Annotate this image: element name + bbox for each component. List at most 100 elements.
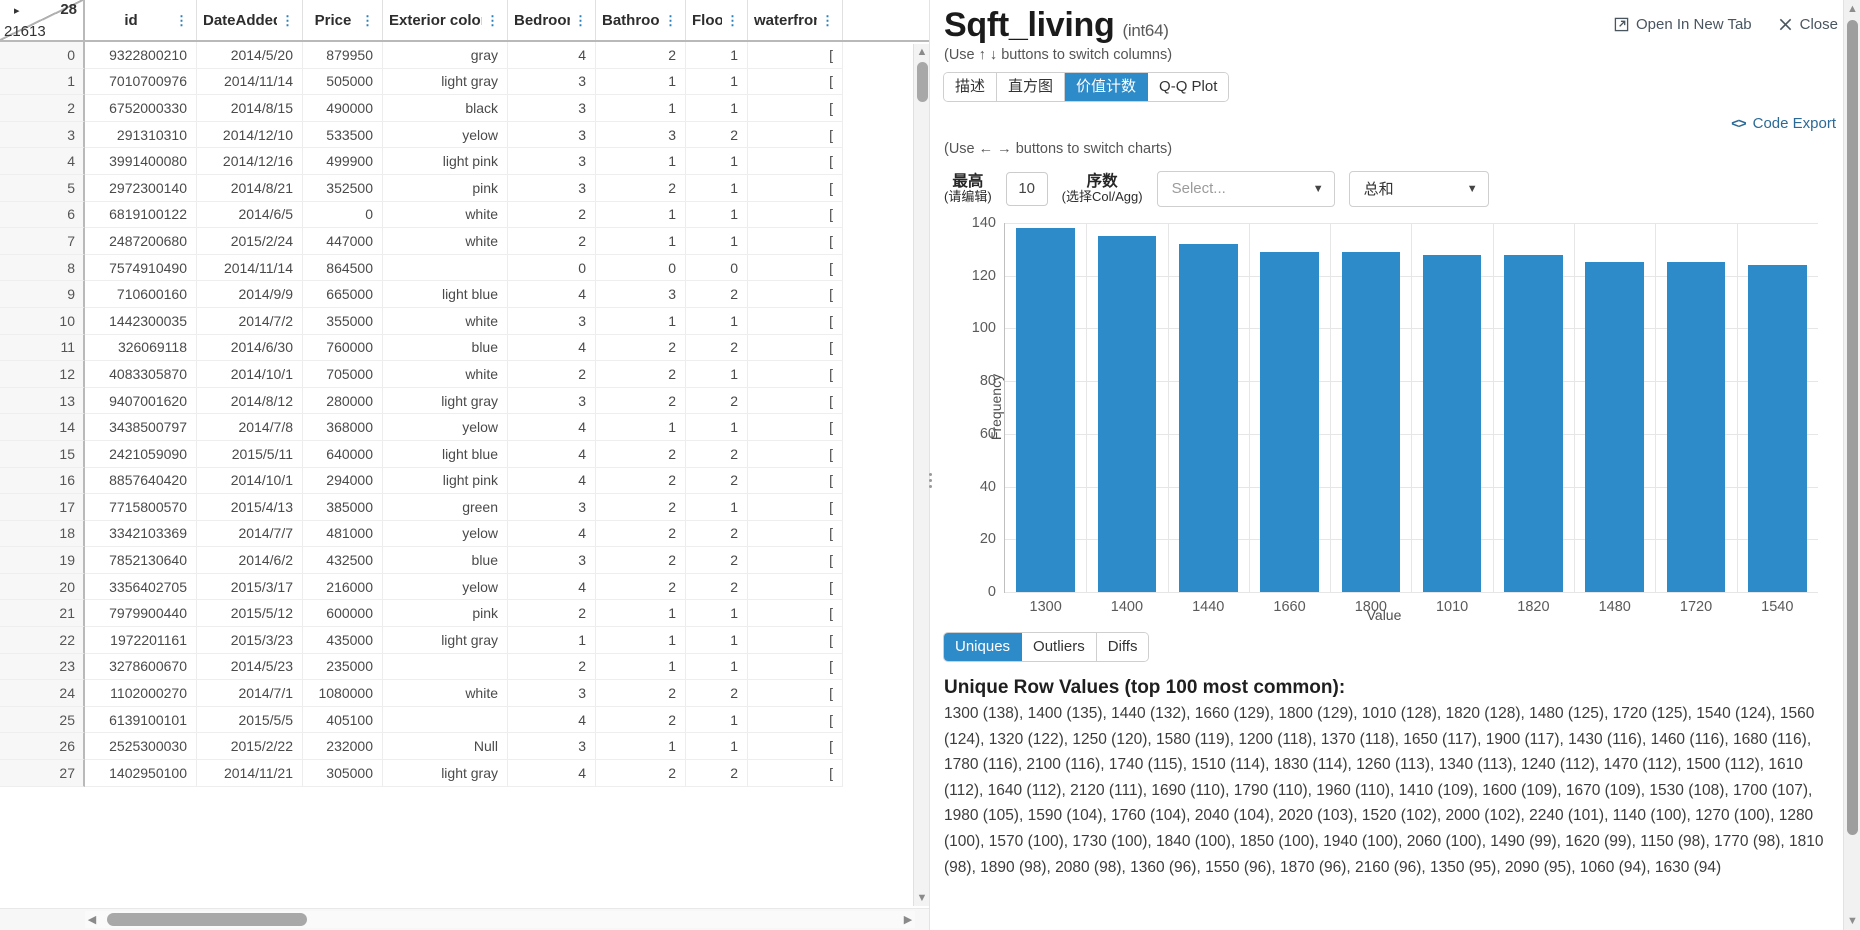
table-cell[interactable]: 1 (686, 494, 748, 521)
table-cell[interactable] (383, 653, 508, 681)
table-cell[interactable]: 2 (596, 467, 686, 495)
table-row[interactable]: 27 1402950100 2014/11/21 305000 light gray 4 2… (0, 760, 929, 787)
table-cell[interactable]: 1 (596, 414, 686, 441)
table-cell[interactable]: 2 (686, 281, 748, 308)
table-cell[interactable]: 9407001620 (85, 387, 197, 415)
grid-corner-cell[interactable]: ▸ 28 21613 (0, 0, 85, 40)
table-cell[interactable]: 2014/7/8 (197, 414, 303, 441)
table-cell[interactable]: 1972201161 (85, 627, 197, 654)
table-cell[interactable]: 2487200680 (85, 228, 197, 255)
table-cell[interactable]: [ (748, 467, 843, 495)
table-cell[interactable]: 2 (686, 121, 748, 149)
play-arrow-icon[interactable]: ▸ (14, 4, 20, 17)
table-cell[interactable]: 2525300030 (85, 733, 197, 761)
table-cell[interactable]: blue (383, 547, 508, 574)
table-cell[interactable]: [ (748, 361, 843, 388)
table-cell[interactable]: 705000 (303, 361, 383, 388)
table-cell[interactable]: [ (748, 281, 843, 308)
table-row[interactable]: 6 6819100122 2014/6/5 0 white 2 1 1[ (0, 201, 929, 229)
chart-tab-1[interactable]: 直方图 (997, 72, 1066, 101)
scroll-up-icon[interactable]: ▲ (916, 46, 928, 58)
column-header-bedrooms[interactable]: Bedrooms ⋮ (508, 0, 596, 40)
table-cell[interactable]: blue (383, 334, 508, 362)
column-menu-icon[interactable]: ⋮ (664, 14, 677, 27)
table-cell[interactable]: 879950 (303, 42, 383, 69)
table-cell[interactable]: [ (748, 414, 843, 441)
table-row[interactable]: 11 326069118 2014/6/30 760000 blue 4 2 2[ (0, 334, 929, 362)
chart-bar[interactable] (1097, 236, 1157, 592)
table-cell[interactable]: 1 (686, 68, 748, 96)
table-cell[interactable]: 0 (596, 254, 686, 282)
table-cell[interactable]: [ (748, 600, 843, 628)
table-cell[interactable]: 355000 (303, 307, 383, 335)
table-row[interactable]: 12 4083305870 2014/10/1 705000 white 2 2 1[ (0, 361, 929, 388)
table-cell[interactable]: 2 (508, 228, 596, 255)
table-cell[interactable]: 1 (686, 201, 748, 229)
table-cell[interactable]: pink (383, 174, 508, 202)
table-cell[interactable]: 1 (686, 361, 748, 388)
table-cell[interactable]: 3 (508, 95, 596, 122)
grid-hscroll-track[interactable] (99, 913, 901, 926)
value-tab-2[interactable]: Diffs (1096, 632, 1149, 662)
table-cell[interactable]: black (383, 95, 508, 122)
table-cell[interactable]: 2 (596, 440, 686, 468)
table-cell[interactable]: 6752000330 (85, 95, 197, 122)
table-row[interactable]: 26 2525300030 2015/2/22 232000 Null 3 1 1[ (0, 733, 929, 761)
table-cell[interactable]: [ (748, 547, 843, 574)
column-header-exterior-color[interactable]: Exterior color ⋮ (383, 0, 508, 40)
table-cell[interactable]: 3 (508, 148, 596, 175)
table-cell[interactable]: 2014/6/5 (197, 201, 303, 229)
table-cell[interactable]: 235000 (303, 653, 383, 681)
table-row[interactable]: 14 3438500797 2014/7/8 368000 yelow 4 1 1[ (0, 414, 929, 441)
column-header-bathrooms[interactable]: Bathrooms ⋮ (596, 0, 686, 40)
table-cell[interactable]: 505000 (303, 68, 383, 96)
chart-bar[interactable] (1585, 262, 1644, 592)
table-row[interactable]: 15 2421059090 2015/5/11 640000 light blue 4 2 2… (0, 440, 929, 468)
table-cell[interactable]: 1402950100 (85, 760, 197, 787)
table-cell[interactable]: 481000 (303, 520, 383, 548)
table-cell[interactable] (383, 254, 508, 282)
chart-bar[interactable] (1260, 251, 1319, 592)
table-cell[interactable]: 4 (508, 281, 596, 308)
column-header-dateadded[interactable]: DateAdded ⋮ (197, 0, 303, 40)
table-cell[interactable]: 4 (508, 706, 596, 734)
table-cell[interactable]: white (383, 307, 508, 335)
table-cell[interactable]: 2014/11/14 (197, 254, 303, 282)
table-cell[interactable]: 6819100122 (85, 201, 197, 229)
table-cell[interactable]: [ (748, 494, 843, 521)
table-cell[interactable]: 294000 (303, 467, 383, 495)
table-row[interactable]: 10 1442300035 2014/7/2 355000 white 3 1 1[ (0, 307, 929, 335)
table-cell[interactable]: 2 (596, 174, 686, 202)
table-cell[interactable]: 291310310 (85, 121, 197, 149)
table-cell[interactable]: 2 (686, 760, 748, 787)
table-cell[interactable]: 3356402705 (85, 573, 197, 601)
table-cell[interactable]: 2 (596, 334, 686, 362)
table-cell[interactable]: 1080000 (303, 680, 383, 707)
table-cell[interactable]: 7010700976 (85, 68, 197, 96)
table-cell[interactable]: light blue (383, 440, 508, 468)
table-cell[interactable]: 2014/11/21 (197, 760, 303, 787)
table-row[interactable]: 21 7979900440 2015/5/12 600000 pink 2 1 1[ (0, 600, 929, 628)
table-row[interactable]: 16 8857640420 2014/10/1 294000 light pink 4 2 2… (0, 467, 929, 495)
table-cell[interactable]: [ (748, 334, 843, 362)
table-cell[interactable]: 1 (686, 733, 748, 761)
table-cell[interactable]: 2015/3/23 (197, 627, 303, 654)
table-cell[interactable]: 1 (686, 228, 748, 255)
table-cell[interactable]: 2014/8/21 (197, 174, 303, 202)
table-cell[interactable]: 280000 (303, 387, 383, 415)
chart-bar[interactable] (1748, 265, 1807, 592)
scroll-up-icon[interactable]: ▲ (1847, 3, 1858, 15)
table-cell[interactable]: 2014/8/15 (197, 95, 303, 122)
close-button[interactable]: Close (1778, 16, 1838, 33)
table-cell[interactable]: 7574910490 (85, 254, 197, 282)
table-row[interactable]: 5 2972300140 2014/8/21 352500 pink 3 2 1[ (0, 174, 929, 202)
column-header-id[interactable]: id ⋮ (85, 0, 197, 40)
table-cell[interactable]: 3 (508, 307, 596, 335)
table-row[interactable]: 22 1972201161 2015/3/23 435000 light gray 1 1 1… (0, 627, 929, 654)
table-cell[interactable]: 490000 (303, 95, 383, 122)
table-cell[interactable]: 2 (686, 573, 748, 601)
table-cell[interactable]: 385000 (303, 494, 383, 521)
table-cell[interactable]: 1 (686, 307, 748, 335)
table-cell[interactable]: yelow (383, 414, 508, 441)
table-cell[interactable]: 2 (508, 201, 596, 229)
